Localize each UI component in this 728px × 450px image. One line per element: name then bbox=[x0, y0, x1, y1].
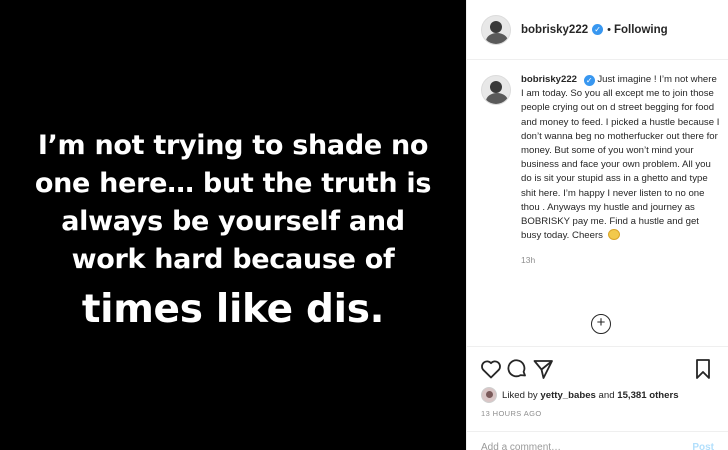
comment-input[interactable]: Add a comment… bbox=[481, 442, 561, 450]
liker-username[interactable]: yetty_babes bbox=[540, 390, 595, 401]
heart-icon[interactable] bbox=[479, 357, 503, 381]
caption-age: 13h bbox=[521, 255, 536, 266]
separator-dot: • bbox=[607, 23, 611, 36]
likes-count-link[interactable]: 15,381 others bbox=[617, 390, 678, 401]
verified-badge-icon: ✓ bbox=[592, 24, 604, 35]
caption-text: Just imagine ! I’m not where I am today.… bbox=[521, 74, 720, 242]
comment-bubble-icon[interactable] bbox=[505, 357, 529, 381]
author-avatar[interactable] bbox=[481, 14, 511, 45]
post-timestamp[interactable]: 13 HOURS AGO bbox=[481, 409, 542, 418]
post-side-panel: bobrisky222 ✓ • Following bobrisky222 ✓ … bbox=[466, 0, 728, 450]
instagram-post: I’m not trying to shade no one here… but… bbox=[0, 0, 728, 450]
post-image-line: I’m not trying to shade no bbox=[37, 130, 429, 161]
likes-prefix: Liked by bbox=[502, 389, 538, 401]
post-image-line: always be yourself and bbox=[61, 206, 405, 237]
post-comment-button[interactable]: Post bbox=[692, 442, 714, 450]
grinning-sweat-emoji-icon bbox=[607, 229, 620, 241]
caption-body: bobrisky222 ✓ Just imagine ! I’m not whe… bbox=[521, 73, 721, 268]
verified-badge-icon: ✓ bbox=[583, 75, 595, 86]
post-image-line: work hard because of bbox=[71, 244, 395, 275]
bookmark-icon[interactable] bbox=[691, 357, 715, 381]
post-actions: Liked by yetty_babes and 15,381 others 1… bbox=[467, 346, 728, 450]
following-button[interactable]: Following bbox=[614, 24, 668, 36]
post-image-text: I’m not trying to shade no one here… but… bbox=[13, 127, 453, 337]
likes-and: and bbox=[598, 389, 615, 401]
comment-bar: Add a comment… Post bbox=[467, 431, 728, 450]
author-username[interactable]: bobrisky222 bbox=[521, 24, 588, 36]
load-more-comments-button[interactable]: + bbox=[591, 314, 611, 334]
post-image[interactable]: I’m not trying to shade no one here… but… bbox=[0, 0, 466, 450]
post-image-line: one here… but the truth is bbox=[34, 168, 432, 199]
post-header: bobrisky222 ✓ • Following bbox=[467, 0, 728, 60]
caption-avatar[interactable] bbox=[481, 75, 511, 105]
likes-summary: Liked by yetty_babes and 15,381 others bbox=[481, 387, 679, 403]
caption-username[interactable]: bobrisky222 bbox=[521, 74, 577, 85]
paper-plane-icon[interactable] bbox=[531, 357, 555, 381]
caption: bobrisky222 ✓ Just imagine ! I’m not whe… bbox=[481, 73, 721, 268]
post-image-line-large: times like dis. bbox=[81, 287, 385, 332]
liker-avatar[interactable] bbox=[481, 387, 497, 403]
action-icons bbox=[479, 357, 715, 383]
